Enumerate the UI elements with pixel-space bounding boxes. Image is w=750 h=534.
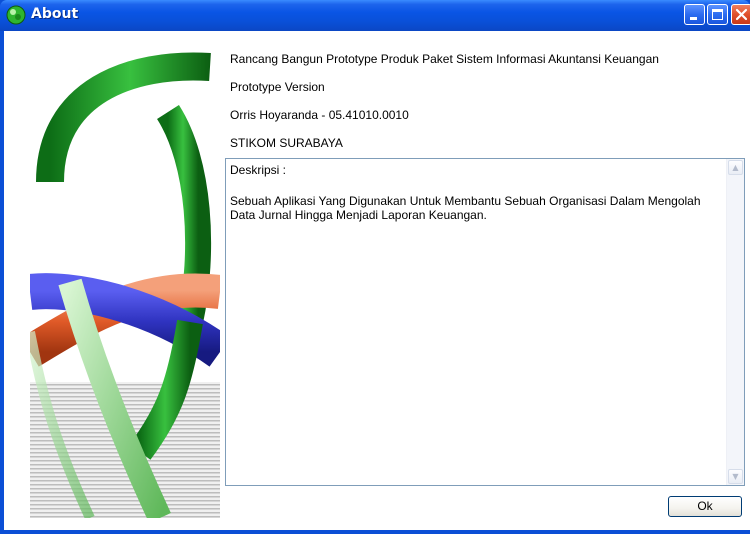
- app-name-label: Rancang Bangun Prototype Produk Paket Si…: [230, 52, 659, 66]
- version-label: Prototype Version: [230, 80, 325, 94]
- minimize-icon: [690, 17, 697, 20]
- ok-button[interactable]: Ok: [668, 496, 742, 517]
- description-heading: Deskripsi :: [230, 163, 287, 177]
- description-text: Sebuah Aplikasi Yang Digunakan Untuk Mem…: [230, 194, 701, 222]
- dialog-body: Rancang Bangun Prototype Produk Paket Si…: [4, 31, 750, 530]
- logo-rings-image: [30, 52, 220, 518]
- maximize-icon: [712, 9, 723, 20]
- maximize-button[interactable]: [707, 4, 728, 25]
- institution-label: STIKOM SURABAYA: [230, 136, 343, 150]
- green-globe-icon: [6, 5, 26, 25]
- vertical-scrollbar[interactable]: ▲ ▼: [726, 159, 744, 485]
- description-textbox[interactable]: Deskripsi : Sebuah Aplikasi Yang Digunak…: [225, 158, 745, 486]
- title-bar[interactable]: About: [0, 0, 750, 31]
- about-window: About Rancang Bangun Prototype Produk Pa…: [0, 0, 750, 534]
- close-icon: [735, 8, 748, 21]
- close-button[interactable]: [731, 4, 750, 25]
- window-title: About: [31, 6, 79, 22]
- author-label: Orris Hoyaranda - 05.41010.0010: [230, 108, 409, 122]
- minimize-button[interactable]: [684, 4, 705, 25]
- scroll-up-arrow-icon[interactable]: ▲: [728, 160, 743, 175]
- scroll-down-arrow-icon[interactable]: ▼: [728, 469, 743, 484]
